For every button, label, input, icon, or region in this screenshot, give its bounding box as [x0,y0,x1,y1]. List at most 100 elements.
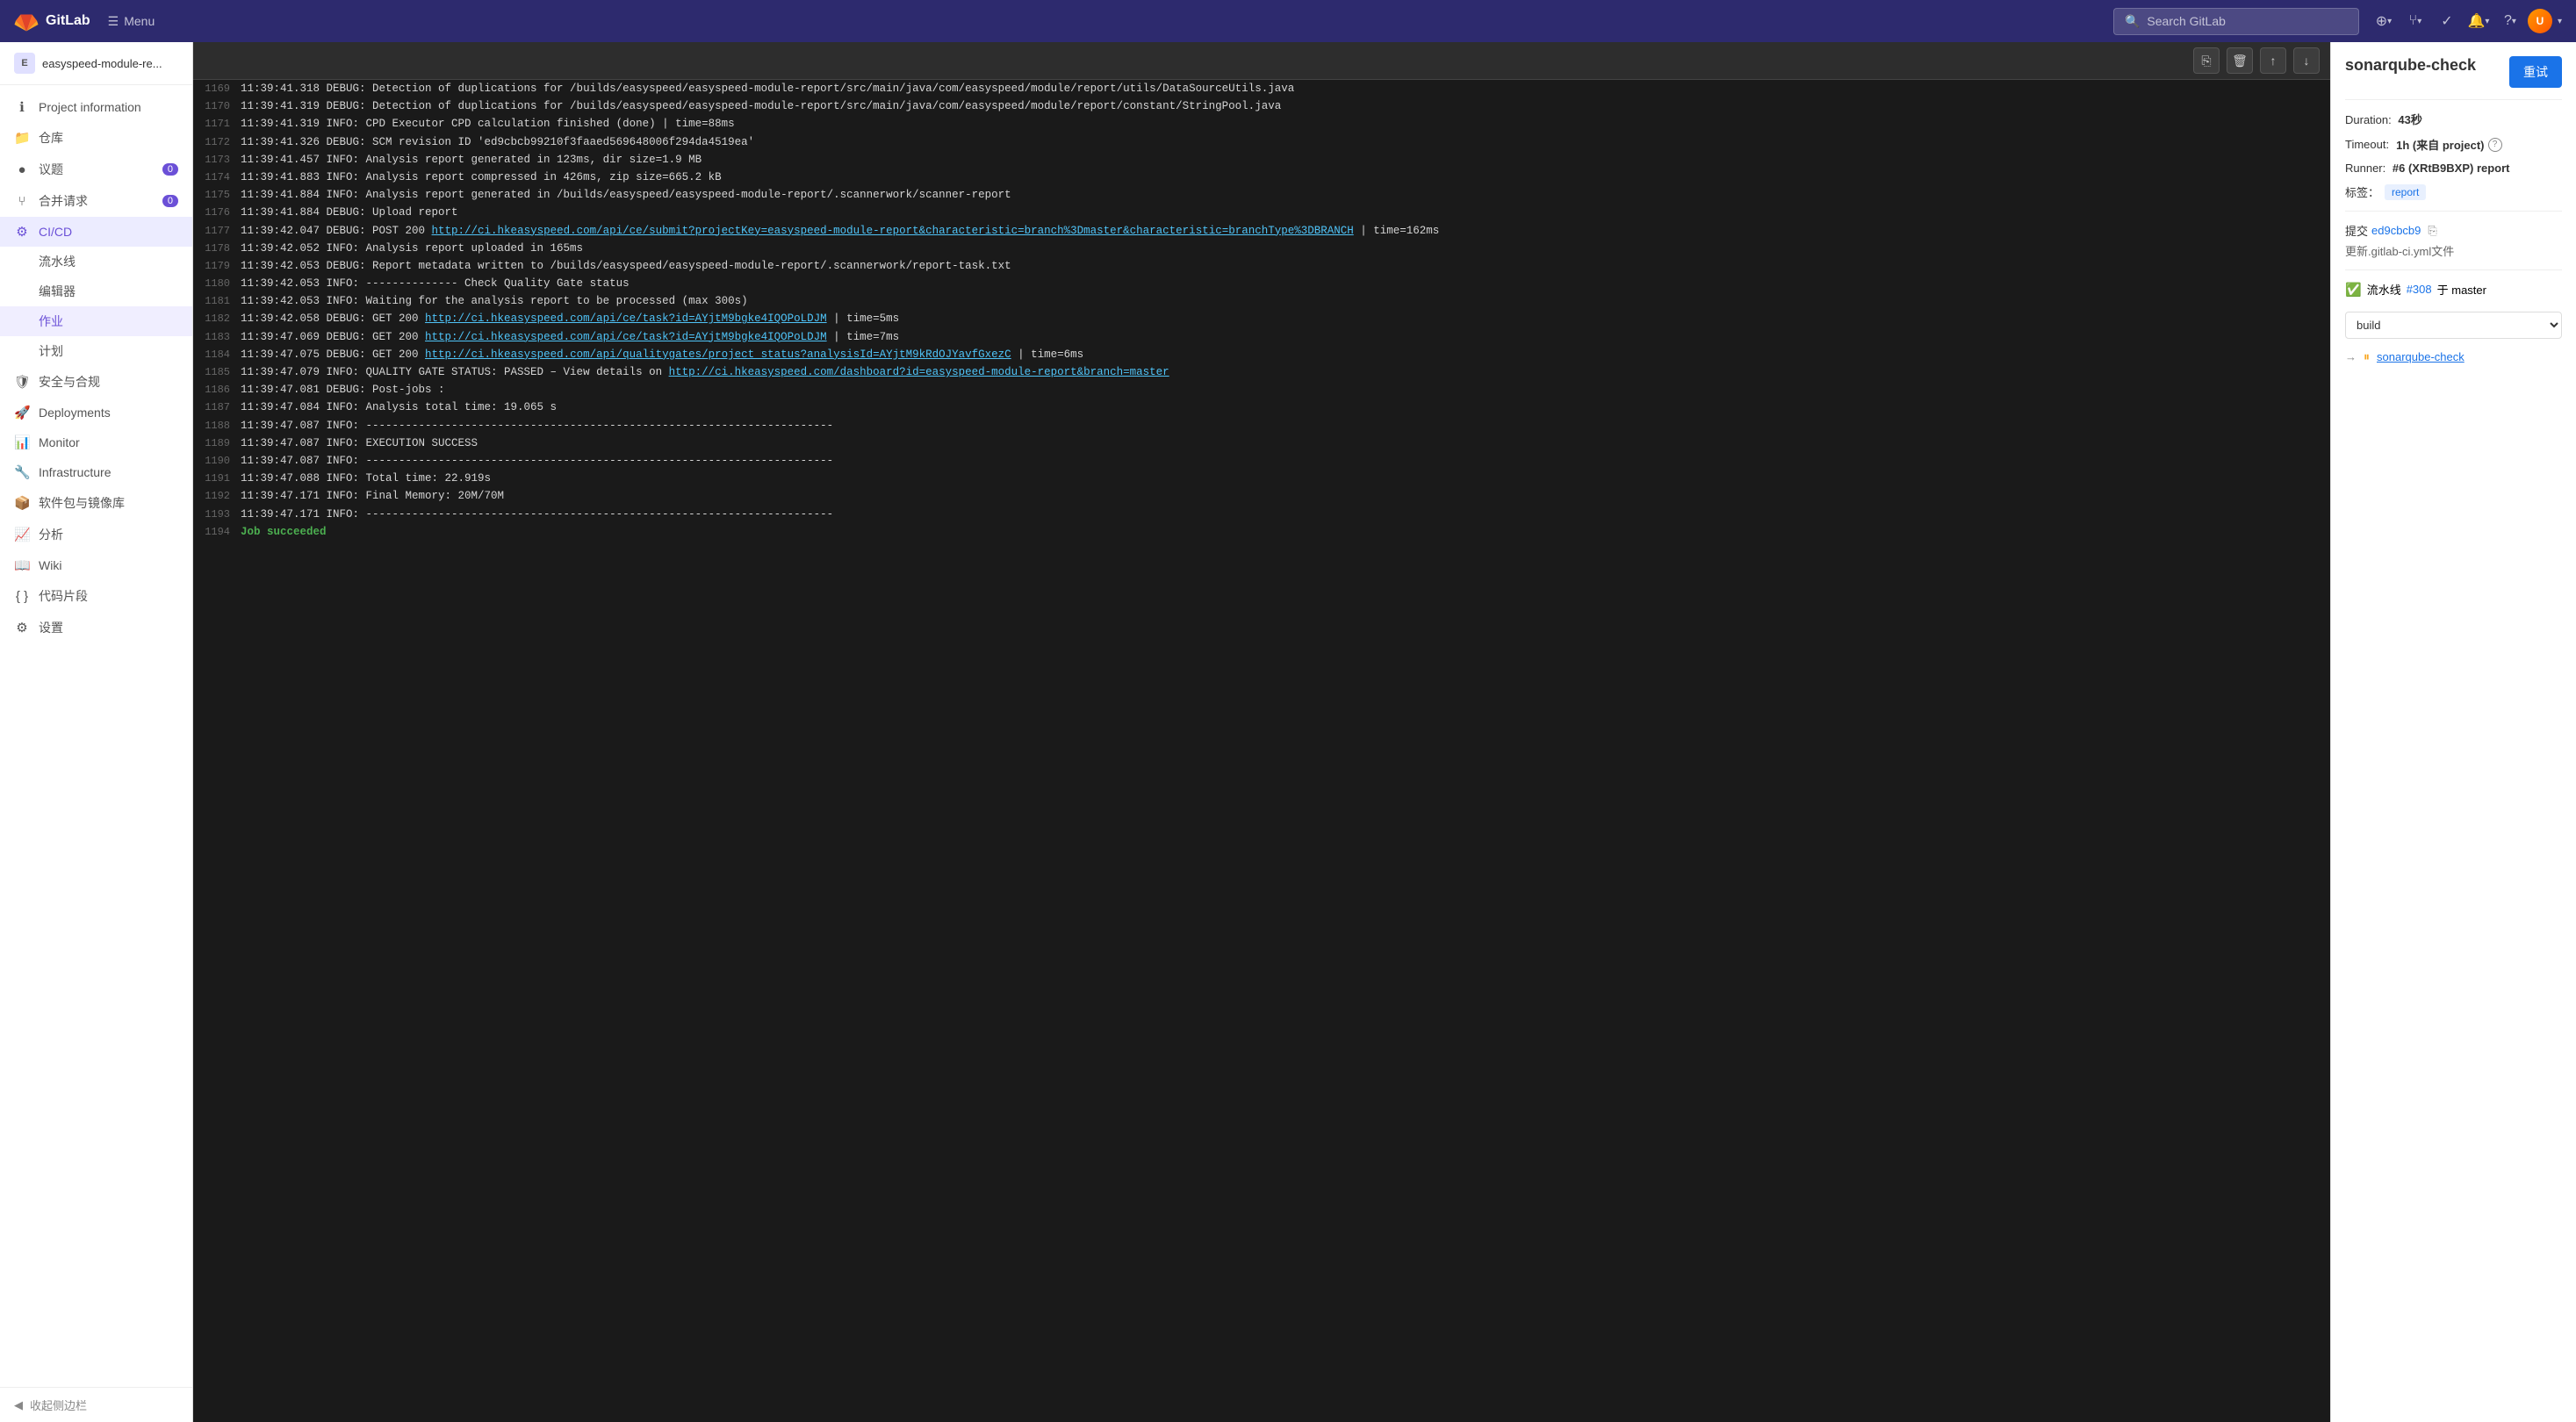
sidebar-item-label: 代码片段 [39,587,88,605]
log-line-text: 11:39:41.883 INFO: Analysis report compr… [241,169,2330,186]
user-avatar[interactable]: U [2528,9,2552,33]
chevron-down-icon: ▾ [2417,17,2421,26]
log-link[interactable]: http://ci.hkeasyspeed.com/api/qualitygat… [425,348,1011,361]
avatar-chevron-icon: ▾ [2558,17,2562,26]
commit-hash-link[interactable]: ed9cbcb9 [2371,224,2421,237]
search-icon: 🔍 [2125,14,2140,29]
log-line: 1194Job succeeded [193,523,2330,541]
sidebar-sub-label: 计划 [39,342,63,360]
search-placeholder: Search GitLab [2147,14,2226,28]
sidebar-item-merge-requests[interactable]: ⑂ 合并请求 0 [0,185,192,217]
collapse-icon: ◀ [14,1398,23,1412]
scroll-top-button[interactable]: ↑ [2260,47,2286,74]
sidebar-item-packages[interactable]: 📦 软件包与镜像库 [0,487,192,519]
log-line-number: 1181 [193,292,241,310]
copy-log-button[interactable]: ⎘ [2193,47,2220,74]
nav-logo[interactable]: GitLab [14,9,90,33]
log-link[interactable]: http://ci.hkeasyspeed.com/api/ce/task?id… [425,331,827,343]
sidebar-collapse-button[interactable]: ◀ 收起侧边栏 [0,1387,192,1422]
sidebar-item-label: 合并请求 [39,192,88,210]
sidebar-item-issues[interactable]: ● 议题 0 [0,154,192,185]
log-line-number: 1179 [193,257,241,275]
arrow-icon: → [2345,350,2357,363]
sidebar-item-analytics[interactable]: 📈 分析 [0,519,192,550]
log-line-text: 11:39:47.084 INFO: Analysis total time: … [241,399,2330,416]
timeout-label: Timeout: [2345,138,2389,151]
log-line: 118011:39:42.053 INFO: -------------- Ch… [193,275,2330,292]
log-line-text: 11:39:41.884 DEBUG: Upload report [241,204,2330,221]
sidebar-item-settings[interactable]: ⚙ 设置 [0,612,192,643]
log-line-text: 11:39:47.171 INFO: ---------------------… [241,506,2330,523]
sidebar-sub-label: 流水线 [39,253,76,270]
job-name-link[interactable]: sonarqube-check [2377,350,2464,363]
log-line: 117511:39:41.884 INFO: Analysis report g… [193,186,2330,204]
retry-button[interactable]: 重试 [2509,56,2562,88]
log-line-number: 1193 [193,506,241,523]
log-line-text: Job succeeded [241,523,2330,541]
job-title: sonarqube-check [2345,56,2476,75]
log-line-text: 11:39:47.081 DEBUG: Post-jobs : [241,381,2330,399]
log-line-number: 1170 [193,97,241,115]
nav-icon-group: ⊕ ▾ ⑂ ▾ ✓ 🔔 ▾ ? ▾ U ▾ [2370,7,2562,35]
log-link[interactable]: http://ci.hkeasyspeed.com/api/ce/submit?… [432,225,1354,237]
log-line-text: 11:39:42.058 DEBUG: GET 200 http://ci.hk… [241,310,2330,327]
log-line-text: 11:39:42.047 DEBUG: POST 200 http://ci.h… [241,222,2330,240]
timeout-help-icon[interactable]: ? [2488,138,2502,152]
gitlab-wordmark: GitLab [46,13,90,29]
collapse-label: 收起侧边栏 [30,1397,87,1413]
log-link[interactable]: http://ci.hkeasyspeed.com/dashboard?id=e… [669,366,1169,378]
timeout-info: Timeout: 1h (来自 project) ? [2345,136,2562,153]
sidebar-item-label: CI/CD [39,225,72,239]
create-new-button[interactable]: ⊕ ▾ [2370,7,2398,35]
sidebar-sub-item-jobs[interactable]: 作业 [0,306,192,336]
scroll-bottom-button[interactable]: ↓ [2293,47,2320,74]
log-line-text: 11:39:47.087 INFO: ---------------------… [241,417,2330,434]
build-stage-select[interactable]: build [2345,312,2562,339]
help-button[interactable]: ? ▾ [2496,7,2524,35]
log-line-number: 1180 [193,275,241,292]
commit-label: 提交 [2345,222,2368,239]
global-search[interactable]: 🔍 Search GitLab [2113,8,2359,35]
tag-badge: report [2385,184,2426,200]
check-icon: ✓ [2441,12,2452,30]
sidebar-sub-item-schedules[interactable]: 计划 [0,336,192,366]
sidebar-item-security[interactable]: 🛡 安全与合规 [0,366,192,398]
notifications-button[interactable]: 🔔 ▾ [2464,7,2493,35]
sidebar-item-deployments[interactable]: 🚀 Deployments [0,398,192,427]
commit-info: 提交 ed9cbcb9 ⎘ [2345,222,2562,239]
log-line: 119211:39:47.171 INFO: Final Memory: 20M… [193,487,2330,505]
issues-nav-button[interactable]: ✓ [2433,7,2461,35]
trash-icon: 🗑 [2232,54,2248,68]
pipeline-label: 流水线 [2367,281,2401,298]
log-line: 119011:39:47.087 INFO: -----------------… [193,452,2330,470]
merge-requests-nav-button[interactable]: ⑂ ▾ [2401,7,2429,35]
arrow-down-icon: ↓ [2304,54,2310,68]
sidebar-item-project-info[interactable]: ℹ Project information [0,92,192,122]
issues-icon: ● [14,162,30,177]
sidebar-item-cicd[interactable]: ⚙ CI/CD [0,217,192,247]
sidebar-sub-item-editor[interactable]: 编辑器 [0,276,192,306]
pipeline-number-link[interactable]: #308 [2407,283,2432,296]
log-line: 119311:39:47.171 INFO: -----------------… [193,506,2330,523]
plus-icon: ⊕ [2376,12,2387,30]
job-log-area[interactable]: ⎘ 🗑 ↑ ↓ 116911:39:41.318 DEBUG: Detectio… [193,42,2330,1422]
hamburger-icon: ☰ [108,14,119,29]
log-line-number: 1178 [193,240,241,257]
nav-menu-button[interactable]: ☰ Menu [101,11,162,32]
sidebar-item-monitor[interactable]: 📊 Monitor [0,427,192,457]
copy-commit-icon[interactable]: ⎘ [2428,224,2436,238]
log-line: 118911:39:47.087 INFO: EXECUTION SUCCESS [193,434,2330,452]
sidebar-item-repo[interactable]: 📁 仓库 [0,122,192,154]
chevron-down-icon: ▾ [2485,17,2489,26]
sidebar-item-infrastructure[interactable]: 🔧 Infrastructure [0,457,192,487]
duration-value: 43秒 [2398,113,2421,126]
sidebar-sub-item-pipelines[interactable]: 流水线 [0,247,192,276]
sidebar-item-wiki[interactable]: 📖 Wiki [0,550,192,580]
analytics-icon: 📈 [14,527,30,542]
log-line-text: 11:39:47.171 INFO: Final Memory: 20M/70M [241,487,2330,505]
project-selector[interactable]: E easyspeed-module-re... [0,42,192,85]
sidebar-item-snippets[interactable]: { } 代码片段 [0,580,192,612]
log-line-number: 1172 [193,133,241,151]
clear-log-button[interactable]: 🗑 [2227,47,2253,74]
log-link[interactable]: http://ci.hkeasyspeed.com/api/ce/task?id… [425,312,827,325]
